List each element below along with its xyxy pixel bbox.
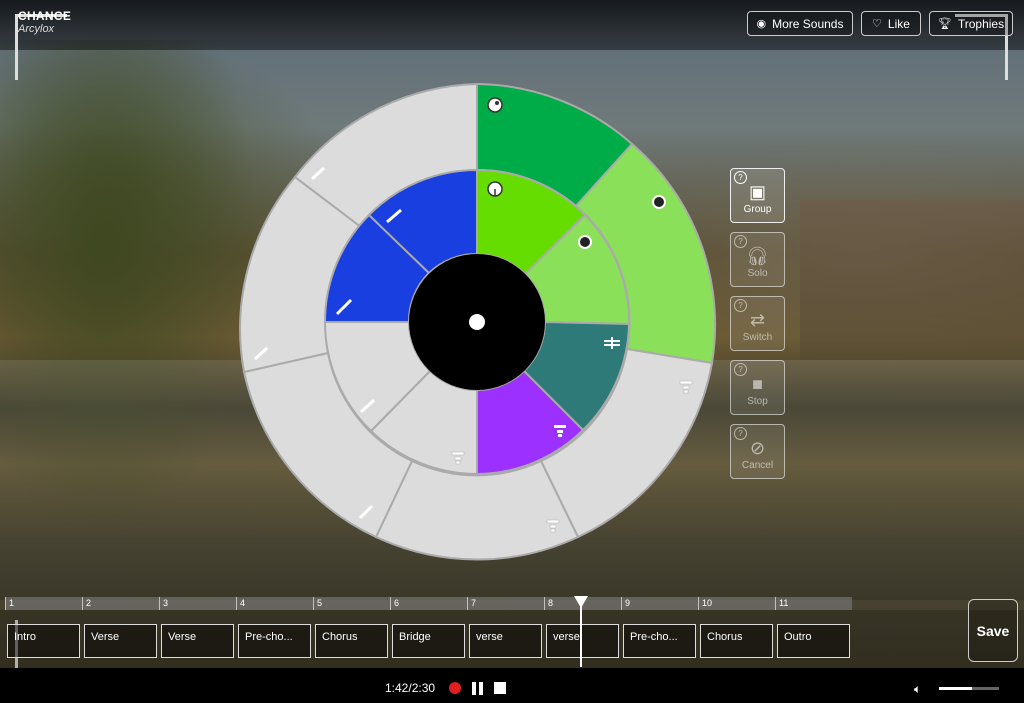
section-block[interactable]: Verse xyxy=(84,624,157,658)
section-block[interactable]: Intro xyxy=(7,624,80,658)
marker-dot-outer-light xyxy=(652,195,666,209)
pause-icon xyxy=(472,682,476,695)
section-block[interactable]: Chorus xyxy=(700,624,773,658)
help-icon[interactable]: ? xyxy=(734,299,747,312)
help-icon[interactable]: ? xyxy=(734,363,747,376)
section-block[interactable]: verse xyxy=(469,624,542,658)
headphones-icon: 🎧︎ xyxy=(746,245,769,266)
volume-level xyxy=(939,687,972,690)
record-button[interactable] xyxy=(449,682,461,694)
group-button[interactable]: ? ▣ Group xyxy=(730,168,785,223)
playback-time: 1:42/2:30 xyxy=(385,681,436,695)
wheel-center-dot xyxy=(469,314,485,330)
stop-label: Stop xyxy=(747,395,768,407)
switch-button[interactable]: ? ⇄ Switch xyxy=(730,296,785,351)
timeline-ruler[interactable]: 1 2 3 4 5 6 7 8 9 10 11 xyxy=(5,597,852,610)
solo-button[interactable]: ? 🎧︎ Solo xyxy=(730,232,785,287)
pause-button[interactable] xyxy=(472,682,484,695)
help-icon[interactable]: ? xyxy=(734,235,747,248)
section-block[interactable]: Verse xyxy=(161,624,234,658)
stop-icon: ■ xyxy=(752,373,763,394)
bar-number: 9 xyxy=(621,597,630,610)
switch-arrows-icon: ⇄ xyxy=(749,309,766,330)
bar-number: 1 xyxy=(5,597,14,610)
section-block[interactable]: Outro xyxy=(777,624,850,658)
playhead-handle[interactable] xyxy=(574,596,588,608)
bar-number: 4 xyxy=(236,597,245,610)
section-block[interactable]: Pre-cho... xyxy=(238,624,311,658)
help-icon[interactable]: ? xyxy=(734,171,747,184)
marker-dot-outer-green xyxy=(487,97,503,113)
section-block[interactable]: Bridge xyxy=(392,624,465,658)
cancel-label: Cancel xyxy=(741,459,774,471)
help-icon[interactable]: ? xyxy=(734,427,747,440)
bar-number: 3 xyxy=(159,597,168,610)
solo-label: Solo xyxy=(747,267,768,279)
stop-playback-button[interactable] xyxy=(494,682,506,694)
group-label: Group xyxy=(743,203,772,215)
outer-segment-gray-2[interactable] xyxy=(374,459,580,561)
bar-number: 2 xyxy=(82,597,91,610)
section-block[interactable]: Chorus xyxy=(315,624,388,658)
bar-number: 7 xyxy=(467,597,476,610)
section-block[interactable]: verse xyxy=(546,624,619,658)
volume-icon[interactable]: 🔈︎ xyxy=(914,682,921,697)
group-icon: ▣ xyxy=(748,181,766,202)
bar-number: 6 xyxy=(390,597,399,610)
stop-button[interactable]: ? ■ Stop xyxy=(730,360,785,415)
bar-number: 5 xyxy=(313,597,322,610)
cancel-icon: ⊘ xyxy=(749,437,766,458)
transport-bar xyxy=(0,668,1024,703)
bar-number: 11 xyxy=(775,597,788,610)
bar-number: 8 xyxy=(544,597,553,610)
volume-slider[interactable] xyxy=(939,687,999,690)
marker-dot-inner-green xyxy=(578,235,592,249)
switch-label: Switch xyxy=(742,331,773,343)
save-button[interactable]: Save xyxy=(968,599,1018,662)
section-block[interactable]: Pre-cho... xyxy=(623,624,696,658)
song-sections: Intro Verse Verse Pre-cho... Chorus Brid… xyxy=(0,610,1024,668)
cancel-button[interactable]: ? ⊘ Cancel xyxy=(730,424,785,479)
bar-number: 10 xyxy=(698,597,712,610)
